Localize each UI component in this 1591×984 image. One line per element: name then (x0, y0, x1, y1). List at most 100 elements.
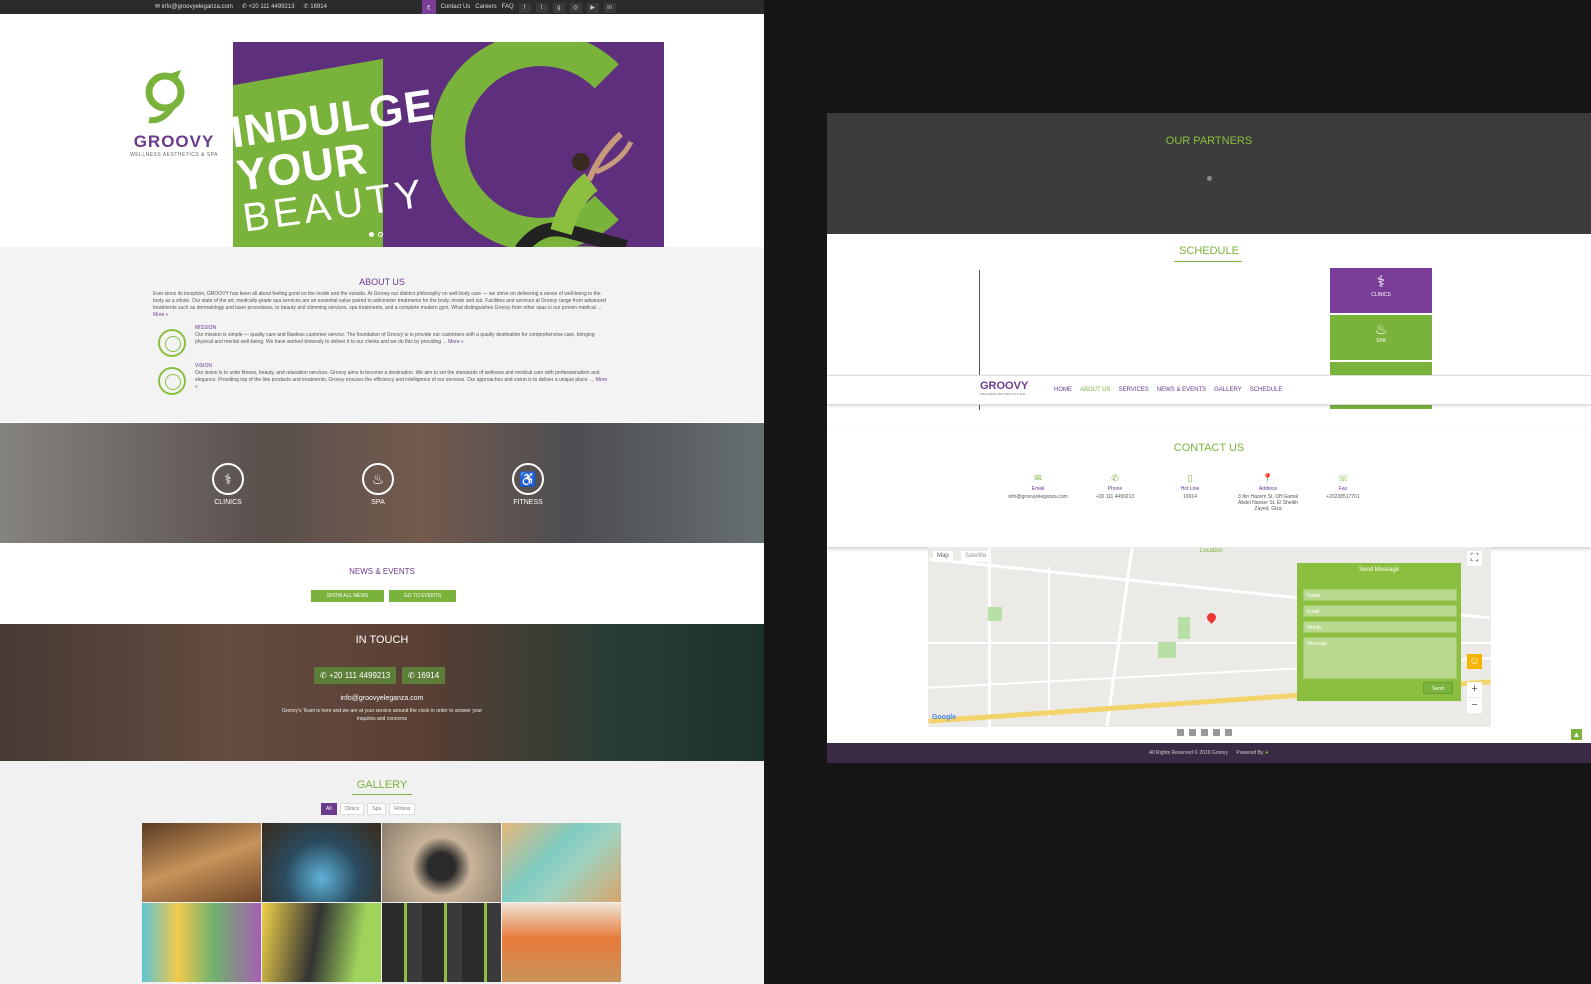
schedule-spa-box[interactable]: ♨ SPA (1330, 315, 1432, 360)
pin-icon: 📍 (1262, 473, 1274, 483)
touch-email[interactable]: info@groovyeleganza.com (0, 695, 764, 702)
nav-logo[interactable]: GROOVY WELLNESS AESTHETICS & SPA (980, 380, 1028, 396)
name-field[interactable]: Name (1303, 589, 1457, 601)
nav-home[interactable]: HOME (1054, 387, 1072, 393)
topbar-hotline[interactable]: ✆ 16914 (304, 0, 327, 14)
mobile-field[interactable]: Mobile (1303, 621, 1457, 633)
news-events-section: NEWS & EVENTS SHOW ALL NEWS GO TO EVENTS (0, 543, 764, 624)
sticky-navbar: GROOVY WELLNESS AESTHETICS & SPA HOME AB… (827, 375, 1591, 405)
hero-slider-dots[interactable] (369, 232, 383, 237)
google-logo: Google (932, 714, 957, 721)
footer: All Rights Reserved © 2016 Groovy Powere… (827, 743, 1591, 763)
homepage-scrolled-view: OUR PARTNERS SCHEDULE ⚕ CLINICS ♨ SPA GR… (827, 113, 1591, 763)
contact-fax[interactable]: ☏ Fax +20238517761 (1308, 473, 1378, 500)
message-field[interactable]: Message (1303, 637, 1457, 679)
zoom-in-button[interactable]: + (1467, 682, 1482, 697)
linkedin-icon[interactable]: in (603, 3, 616, 13)
mobile-icon: ▯ (1187, 473, 1193, 483)
topbar-contact-link[interactable]: Contact Us (441, 0, 471, 14)
fax-icon: ☏ (1337, 473, 1349, 483)
slider-dot-1[interactable] (369, 232, 374, 237)
instagram-icon[interactable] (1201, 729, 1208, 736)
youtube-icon[interactable] (1225, 729, 1232, 736)
gallery-image-2[interactable] (262, 823, 381, 902)
topbar-faq-link[interactable]: FAQ (502, 0, 514, 14)
google-map[interactable]: Map Satellite Location ⛶ ☺ + − Google Se… (928, 547, 1491, 727)
eye-icon (158, 367, 186, 395)
facebook-icon[interactable]: f (518, 3, 531, 13)
twitter-icon[interactable]: t (535, 3, 548, 13)
top-bar: ✉ info@groovyeleganza.com ✆ +20 111 4499… (0, 0, 764, 14)
show-all-news-button[interactable]: SHOW ALL NEWS (311, 590, 384, 602)
go-to-events-button[interactable]: GO TO EVENTS (389, 590, 456, 602)
nav-about-us[interactable]: ABOUT US (1080, 387, 1111, 393)
contact-phone[interactable]: ✆ Phone +20 111 4499213 (1080, 473, 1150, 500)
in-touch-section: IN TOUCH ✆ +20 111 4499213 ✆ 16914 info@… (0, 624, 764, 761)
zoom-out-button[interactable]: − (1467, 698, 1482, 713)
footer-powered[interactable]: Powered By (1236, 750, 1263, 756)
mission-more-link[interactable]: More » (448, 339, 464, 345)
envelope-icon: ✉ (1034, 473, 1042, 483)
filter-clinics[interactable]: Clinics (339, 803, 365, 815)
hero-slider[interactable]: GROOVY WELLNESS AESTHETICS & SPA INDULGE… (101, 42, 664, 268)
in-touch-title: IN TOUCH (355, 634, 409, 646)
service-spa[interactable]: ♨ SPA (348, 463, 408, 506)
vision-text: Our vision is to unite fitness, beauty, … (195, 370, 608, 390)
form-title: Send Message (1358, 567, 1400, 573)
contact-email[interactable]: ✉ Email info@groovyeleganza.com (1003, 473, 1073, 500)
send-message-form: Send Message Name Email Mobile Message S… (1297, 563, 1461, 701)
filter-all[interactable]: All (321, 803, 337, 815)
slider-dot-2[interactable] (378, 232, 383, 237)
map-location-pin[interactable] (1205, 611, 1218, 624)
satellite-tab[interactable]: Satellite (961, 551, 991, 562)
about-section: ABOUT US Ever since its inception, GROOV… (0, 247, 764, 422)
fitness-icon: ♿ (512, 463, 544, 495)
contact-hotline[interactable]: ▯ Hot Line 16914 (1155, 473, 1225, 500)
email-field[interactable]: Email (1303, 605, 1457, 617)
partners-section: OUR PARTNERS (827, 113, 1591, 234)
filter-fitness[interactable]: Fitness (389, 803, 416, 815)
partners-carousel-dot[interactable] (1207, 176, 1212, 181)
service-fitness[interactable]: ♿ FITNESS (498, 463, 558, 506)
nav-gallery[interactable]: GALLERY (1214, 387, 1242, 393)
gallery-image-7[interactable] (382, 903, 501, 982)
about-more-link[interactable]: More » (153, 312, 169, 318)
gallery-image-3[interactable] (382, 823, 501, 902)
filter-spa[interactable]: Spa (367, 803, 387, 815)
twitter-icon[interactable] (1189, 729, 1196, 736)
gallery-image-5[interactable] (142, 903, 261, 982)
gallery-image-8[interactable] (502, 903, 621, 982)
youtube-icon[interactable]: ▶ (586, 3, 599, 13)
contact-address[interactable]: 📍 Address 3 Ibn Hazem St. Off Gamal Abde… (1233, 473, 1303, 512)
gallery-image-1[interactable] (142, 823, 261, 902)
nav-services[interactable]: SERVICES (1119, 387, 1149, 393)
service-clinics[interactable]: ⚕ CLINICS (198, 463, 258, 506)
mission-title: MISSION (195, 325, 217, 331)
footer-rights: All Rights Reserved © 2016 Groovy (1149, 750, 1229, 756)
services-band: ⚕ CLINICS ♨ SPA ♿ FITNESS (0, 423, 764, 543)
googleplus-icon[interactable] (1213, 729, 1220, 736)
send-button[interactable]: Send (1423, 682, 1453, 694)
schedule-clinics-box[interactable]: ⚕ CLINICS (1330, 268, 1432, 313)
nav-schedule[interactable]: SCHEDULE (1250, 387, 1283, 393)
gallery-image-6[interactable] (262, 903, 381, 982)
language-switch[interactable]: ع (422, 0, 436, 14)
streetview-pegman-icon[interactable]: ☺ (1467, 654, 1482, 669)
topbar-careers-link[interactable]: Careers (475, 0, 496, 14)
topbar-email[interactable]: ✉ info@groovyeleganza.com (155, 0, 233, 14)
topbar-phone[interactable]: ✆ +20 111 4499213 (242, 0, 295, 14)
stethoscope-icon: ⚕ (212, 463, 244, 495)
scroll-to-top-button[interactable]: ▲ (1571, 729, 1582, 740)
nav-news-events[interactable]: NEWS & EVENTS (1157, 387, 1206, 393)
massage-icon: ♨ (362, 463, 394, 495)
touch-description: Groovy's Team is here and we are at your… (281, 708, 483, 722)
gallery-image-4[interactable] (502, 823, 621, 902)
instagram-icon[interactable]: ◎ (569, 3, 582, 13)
map-tab[interactable]: Map (933, 551, 953, 562)
touch-phone-button[interactable]: ✆ +20 111 4499213 (314, 667, 397, 684)
facebook-icon[interactable] (1177, 729, 1184, 736)
touch-hotline-button[interactable]: ✆ 16914 (402, 667, 446, 684)
leaf-logo-icon: ❦ (1264, 750, 1269, 756)
fullscreen-icon[interactable]: ⛶ (1467, 551, 1482, 566)
googleplus-icon[interactable]: g (552, 3, 565, 13)
